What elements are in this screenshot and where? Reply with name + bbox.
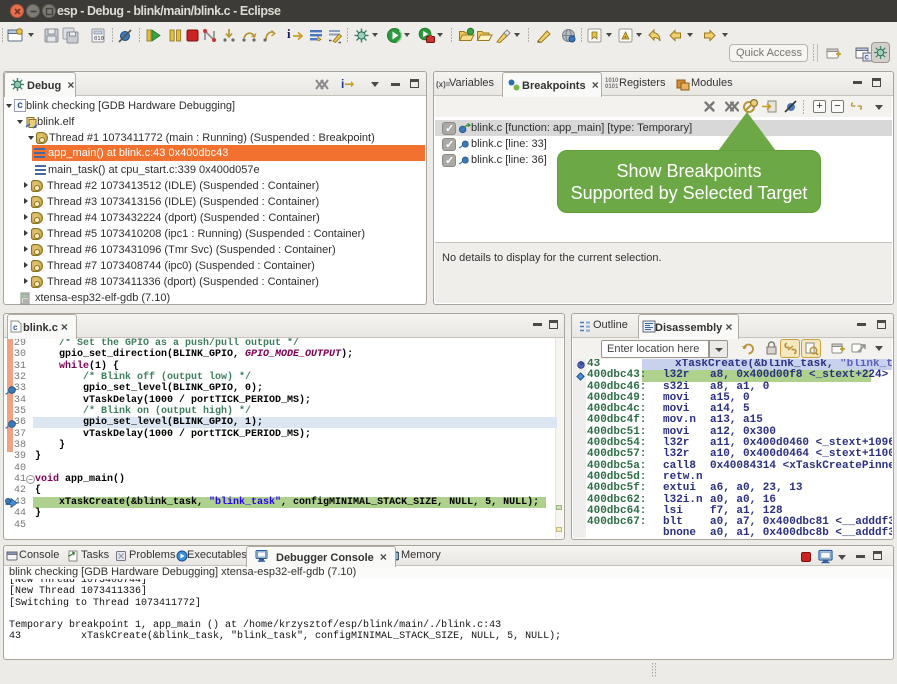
svg-text:010: 010 — [94, 36, 104, 42]
svg-text:c: c — [13, 323, 18, 332]
svg-text:C: C — [865, 56, 870, 62]
